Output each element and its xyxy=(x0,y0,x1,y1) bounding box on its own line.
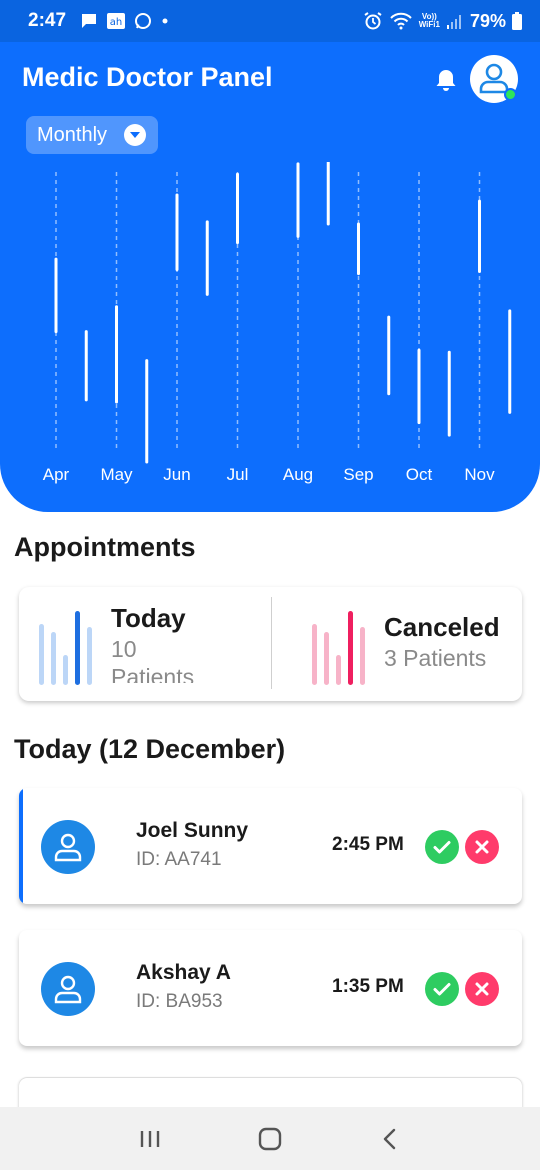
today-summary[interactable]: Today 10 Patients xyxy=(19,587,271,701)
status-bar: 2:47 ah Vo)) WiFi1 79% xyxy=(0,0,540,42)
x-tick-label: Apr xyxy=(43,465,70,484)
more-notifications-dot xyxy=(160,16,170,26)
x-tick-label: Jul xyxy=(227,465,249,484)
appointment-time: 1:35 PM xyxy=(332,976,404,997)
home-icon xyxy=(258,1127,282,1150)
volte-indicator: Vo)) WiFi1 xyxy=(419,13,440,29)
canceled-bars-icon xyxy=(312,611,368,685)
monthly-chart: Apr May Jun Jul Aug Sep Oct Nov xyxy=(43,162,512,484)
x-tick-label: Oct xyxy=(406,465,433,484)
x-tick-label: Nov xyxy=(464,465,495,484)
signal-icon xyxy=(446,12,464,30)
dashboard-header: Medic Doctor Panel Monthly Apr May Jun Jul A… xyxy=(0,42,540,512)
period-dropdown-label: Monthly xyxy=(37,123,108,146)
status-right: Vo)) WiFi1 79% xyxy=(363,11,522,32)
recent-apps-button[interactable] xyxy=(130,1119,170,1159)
svg-text:ah: ah xyxy=(110,17,122,28)
check-icon xyxy=(433,841,451,854)
mini-bar xyxy=(312,624,317,685)
appointment-time: 2:45 PM xyxy=(332,834,404,855)
mini-bar xyxy=(348,611,353,685)
alarm-icon xyxy=(363,11,383,31)
whatsapp-icon xyxy=(134,12,152,30)
today-unit: Patients xyxy=(111,664,195,683)
appointments-summary-card: Today 10 Patients Canceled 3 Patients xyxy=(19,587,522,701)
mini-bar xyxy=(324,631,329,685)
recent-apps-icon xyxy=(140,1130,160,1147)
today-count: 10 xyxy=(111,636,137,662)
patient-name: Akshay A xyxy=(136,961,231,984)
bell-icon[interactable] xyxy=(432,66,460,94)
back-button[interactable] xyxy=(370,1119,410,1159)
back-icon xyxy=(383,1128,396,1149)
appointment-card[interactable]: Akshay A ID: BA953 1:35 PM xyxy=(19,930,522,1046)
reject-button[interactable] xyxy=(465,830,499,864)
patient-id: ID: AA741 xyxy=(136,849,222,870)
patient-avatar xyxy=(41,962,95,1016)
appointments-heading: Appointments xyxy=(14,532,196,562)
battery-percent: 79% xyxy=(469,10,506,31)
mini-bar xyxy=(360,627,365,685)
mini-bar xyxy=(63,654,68,685)
mini-bar xyxy=(75,611,80,685)
mini-bar xyxy=(336,654,341,685)
accept-button[interactable] xyxy=(425,830,459,864)
status-time: 2:47 xyxy=(28,10,67,31)
patient-name: Joel Sunny xyxy=(136,819,249,842)
reject-button[interactable] xyxy=(465,972,499,1006)
close-icon xyxy=(475,982,489,996)
online-status-dot xyxy=(504,88,517,101)
today-label: Today xyxy=(111,603,186,633)
x-tick-label: Aug xyxy=(283,465,313,484)
today-bars-icon xyxy=(39,611,95,685)
x-tick-label: May xyxy=(100,465,133,484)
today-list-heading: Today (12 December) xyxy=(14,734,286,764)
chevron-down-icon xyxy=(124,124,146,146)
volte-line-2: WiFi1 xyxy=(418,20,440,29)
appointment-card[interactable]: Joel Sunny ID: AA741 2:45 PM xyxy=(19,788,522,904)
system-nav-bar xyxy=(0,1107,540,1170)
message-icon xyxy=(80,12,98,30)
canceled-count: 3 Patients xyxy=(384,645,487,671)
x-tick-label: Jun xyxy=(163,465,190,484)
app-notification-icon: ah xyxy=(106,12,126,30)
patient-avatar xyxy=(41,820,95,874)
app-title: Medic Doctor Panel xyxy=(22,62,273,92)
user-icon xyxy=(54,975,82,1004)
wifi-icon xyxy=(389,12,413,30)
today-text-block: Today 10 Patients xyxy=(111,603,261,683)
profile-avatar[interactable] xyxy=(470,55,518,103)
canceled-label: Canceled xyxy=(384,612,500,642)
mini-bar xyxy=(39,624,44,685)
home-button[interactable] xyxy=(250,1119,290,1159)
check-icon xyxy=(433,983,451,996)
battery-icon xyxy=(512,12,522,30)
accept-button[interactable] xyxy=(425,972,459,1006)
x-tick-label: Sep xyxy=(343,465,373,484)
mini-bar xyxy=(51,631,56,685)
canceled-summary[interactable]: Canceled 3 Patients xyxy=(272,587,522,701)
close-icon xyxy=(475,840,489,854)
period-dropdown[interactable]: Monthly xyxy=(26,116,158,154)
user-icon xyxy=(54,833,82,862)
patient-id: ID: BA953 xyxy=(136,991,223,1012)
mini-bar xyxy=(87,627,92,685)
status-left: 2:47 ah xyxy=(28,10,170,32)
